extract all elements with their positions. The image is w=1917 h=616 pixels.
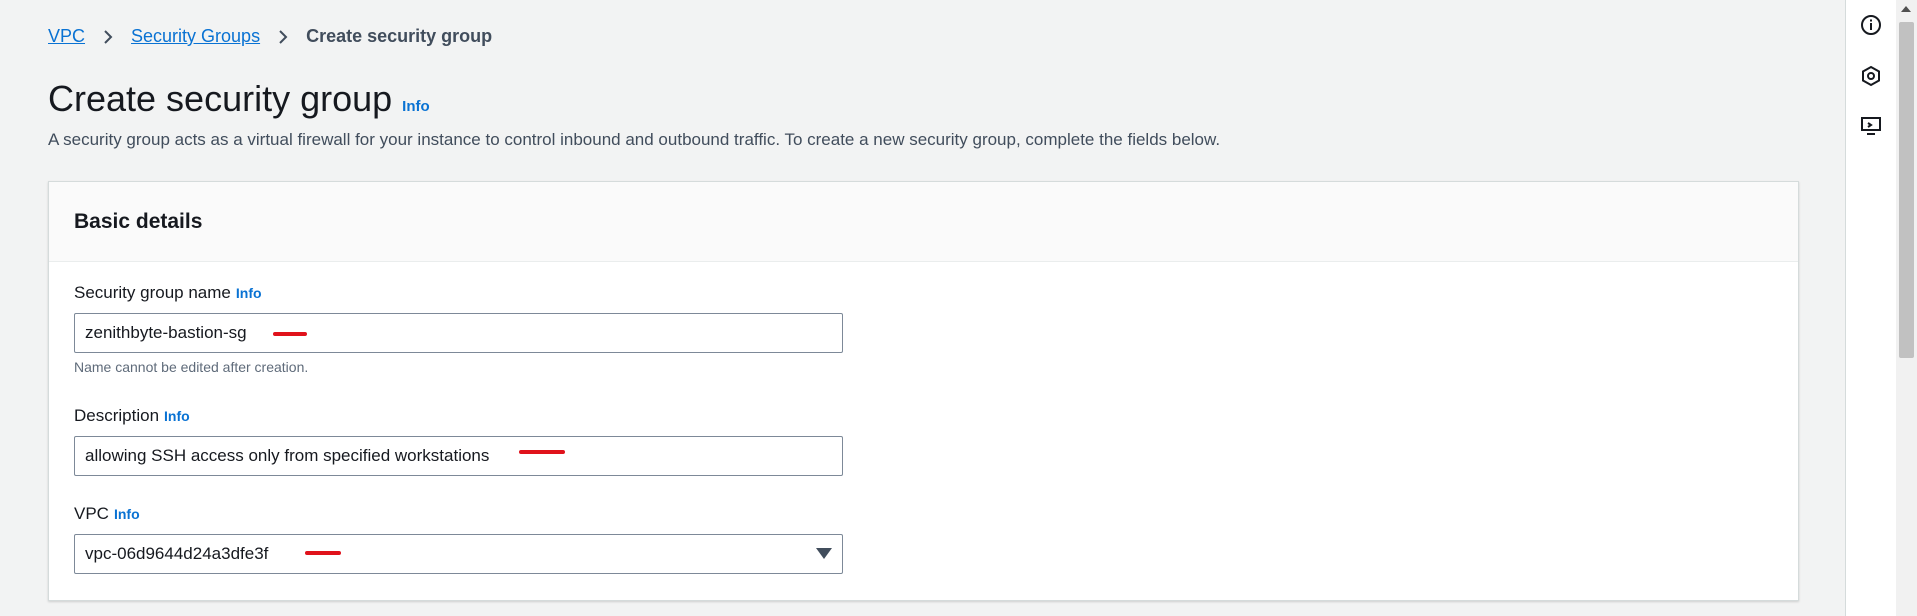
- security-group-name-hint: Name cannot be edited after creation.: [74, 359, 309, 375]
- field-label-row: VPC Info: [74, 504, 843, 524]
- security-group-name-value: zenithbyte-bastion-sg: [85, 323, 247, 342]
- panel-title: Basic details: [74, 209, 203, 233]
- vpc-label: VPC: [74, 504, 109, 523]
- scrollbar-thumb[interactable]: [1899, 22, 1914, 358]
- description-info-link[interactable]: Info: [164, 408, 190, 424]
- description-label: Description: [74, 406, 160, 425]
- basic-details-panel: Basic details Security group name Info z…: [48, 181, 1799, 601]
- vertical-scrollbar[interactable]: [1896, 0, 1917, 616]
- page-title: Create security group: [48, 78, 393, 119]
- caret-down-icon: [816, 548, 832, 559]
- security-group-name-info-link[interactable]: Info: [236, 285, 262, 301]
- panel-header: Basic details: [49, 182, 1798, 262]
- chevron-right-icon: [274, 28, 292, 46]
- info-icon[interactable]: [1859, 13, 1883, 37]
- right-tools-rail: [1845, 0, 1896, 616]
- red-annotation-mark: [519, 450, 565, 454]
- scroll-up-arrow-icon[interactable]: [1901, 6, 1911, 12]
- breadcrumb-current: Create security group: [306, 26, 493, 46]
- breadcrumb-vpc-link[interactable]: VPC: [48, 26, 85, 47]
- description-value: allowing SSH access only from specified …: [85, 446, 490, 465]
- field-label-row: Security group name Info: [74, 283, 843, 303]
- settings-hexagon-icon[interactable]: [1859, 64, 1883, 88]
- security-group-name-input[interactable]: zenithbyte-bastion-sg: [74, 313, 843, 353]
- page-info-link[interactable]: Info: [402, 98, 430, 115]
- field-label-row: Description Info: [74, 406, 843, 426]
- feedback-screen-icon[interactable]: [1859, 114, 1883, 138]
- red-annotation-mark: [305, 551, 341, 555]
- breadcrumb-security-groups-link[interactable]: Security Groups: [131, 26, 260, 47]
- description-field: Description Info allowing SSH access onl…: [74, 406, 843, 476]
- security-group-name-field: Security group name Info zenithbyte-bast…: [74, 283, 843, 375]
- page-description: A security group acts as a virtual firew…: [48, 130, 1221, 149]
- breadcrumb: VPC Security Groups Create security grou…: [48, 26, 492, 47]
- page-header: Create security group Info: [48, 78, 430, 120]
- vpc-select[interactable]: vpc-06d9644d24a3dfe3f: [74, 534, 843, 574]
- vpc-selected-value: vpc-06d9644d24a3dfe3f: [85, 544, 269, 563]
- vpc-field: VPC Info vpc-06d9644d24a3dfe3f: [74, 504, 843, 574]
- vpc-info-link[interactable]: Info: [114, 506, 140, 522]
- description-input[interactable]: allowing SSH access only from specified …: [74, 436, 843, 476]
- red-annotation-mark: [273, 332, 307, 336]
- security-group-name-label: Security group name: [74, 283, 231, 302]
- chevron-right-icon: [99, 28, 117, 46]
- main-content: VPC Security Groups Create security grou…: [0, 0, 1845, 616]
